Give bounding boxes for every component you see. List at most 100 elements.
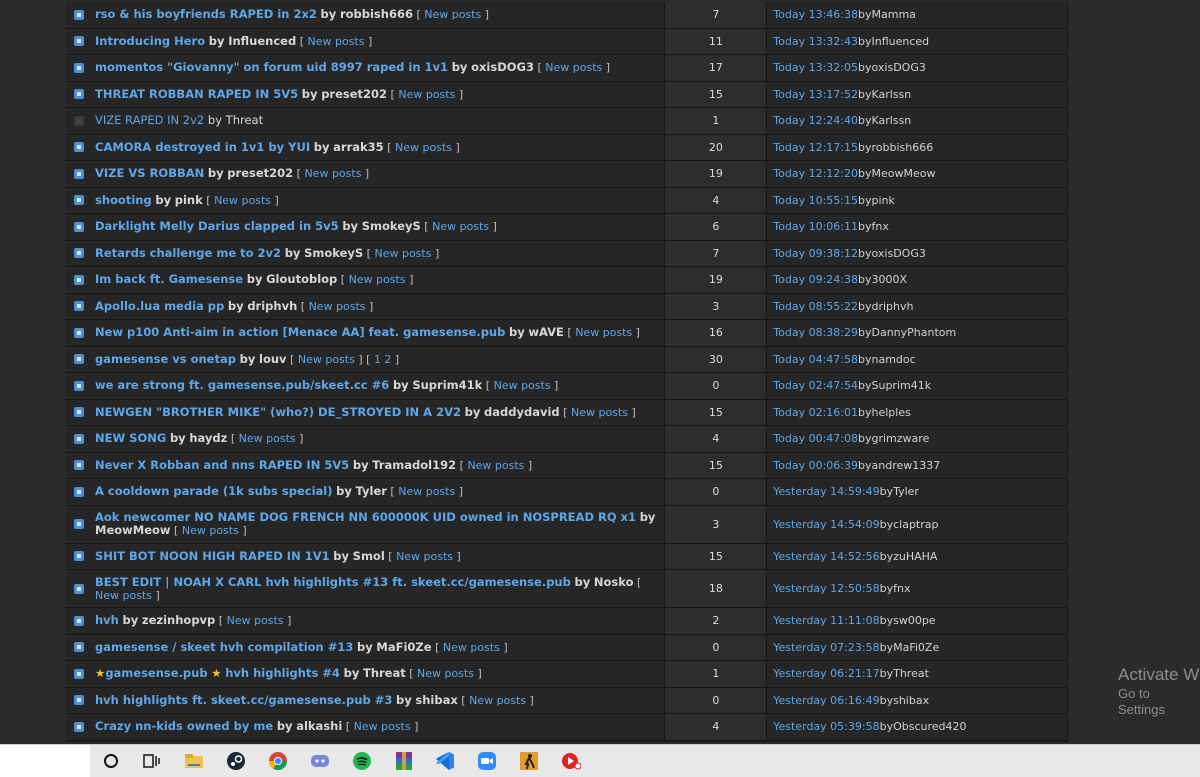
topic-unread-icon[interactable] [74, 433, 84, 444]
topic-title-link[interactable]: hvh [95, 613, 119, 627]
topic-unread-icon[interactable] [74, 551, 84, 562]
topic-author[interactable]: Threat [363, 666, 406, 680]
topic-unread-icon[interactable] [74, 354, 84, 365]
winrar-icon[interactable] [393, 751, 415, 771]
new-posts-link[interactable]: New posts [395, 141, 452, 154]
topic-unread-icon[interactable] [74, 721, 84, 732]
new-posts-link[interactable]: New posts [308, 35, 365, 48]
new-posts-link[interactable]: New posts [374, 247, 431, 260]
topic-title-link[interactable]: A cooldown parade (1k subs special) [95, 484, 333, 498]
last-post-time-link[interactable]: Yesterday 11:11:08 [773, 614, 879, 627]
new-posts-link[interactable]: New posts [309, 300, 366, 313]
file-explorer-icon[interactable] [183, 751, 205, 771]
topic-unread-icon[interactable] [74, 519, 84, 529]
topic-author[interactable]: Tyler [356, 484, 387, 498]
new-posts-link[interactable]: New posts [182, 524, 239, 537]
topic-author[interactable]: daddydavid [484, 405, 560, 419]
chrome-icon[interactable] [267, 751, 289, 771]
new-posts-link[interactable]: New posts [571, 406, 628, 419]
last-post-time-link[interactable]: Yesterday 06:16:49 [773, 694, 879, 707]
topic-unread-icon[interactable] [74, 380, 84, 391]
new-posts-link[interactable]: New posts [354, 720, 411, 733]
topic-title-link[interactable]: gamesense.pub [105, 666, 207, 680]
topic-title-link[interactable]: NEWGEN "BROTHER MIKE" (who?) DE_STROYED … [95, 405, 461, 419]
topic-title-link[interactable]: gamesense vs onetap [95, 352, 236, 366]
topic-author[interactable]: wAVE [528, 325, 564, 339]
topic-title-link[interactable]: Darklight Melly Darius clapped in 5v5 [95, 219, 339, 233]
topic-unread-icon[interactable] [74, 460, 84, 471]
spotify-icon[interactable] [351, 751, 373, 771]
topic-author[interactable]: preset202 [227, 166, 293, 180]
zoom-icon[interactable] [476, 751, 498, 771]
last-post-time-link[interactable]: Today 00:06:39 [773, 459, 858, 472]
topic-title-link[interactable]: BEST EDIT | NOAH X CARL hvh highlights #… [95, 575, 571, 589]
last-post-time-link[interactable]: Yesterday 14:59:49 [773, 485, 879, 498]
new-posts-link[interactable]: New posts [396, 550, 453, 563]
last-post-time-link[interactable]: Today 02:47:54 [773, 379, 858, 392]
new-posts-link[interactable]: New posts [469, 694, 526, 707]
topic-author[interactable]: SmokeyS [362, 219, 421, 233]
topic-title-link[interactable]: Crazy nn-kids owned by me [95, 719, 273, 733]
topic-title-link[interactable]: New p100 Anti-aim in action [Menace AA] … [95, 325, 505, 339]
topic-author[interactable]: arrak35 [333, 140, 384, 154]
topic-title-link[interactable]: hvh highlights ft. skeet.cc/gamesense.pu… [95, 693, 392, 707]
topic-author[interactable]: driphvh [247, 299, 297, 313]
topic-author[interactable]: zezinhopvp [142, 613, 215, 627]
topic-unread-icon[interactable] [74, 142, 84, 153]
topic-unread-icon[interactable] [74, 248, 84, 259]
new-posts-link[interactable]: New posts [95, 589, 152, 602]
topic-unread-icon[interactable] [74, 9, 84, 20]
taskbar-search-box[interactable] [0, 745, 90, 777]
topic-author[interactable]: louv [259, 352, 287, 366]
topic-author[interactable]: robbish666 [340, 7, 413, 21]
topic-title-link[interactable]: Im back ft. Gamesense [95, 272, 243, 286]
last-post-time-link[interactable]: Today 13:32:05 [773, 61, 858, 74]
topic-unread-icon[interactable] [74, 89, 84, 100]
topic-title-link[interactable]: Aok newcomer NO NAME DOG FRENCH NN 60000… [95, 510, 636, 524]
last-post-time-link[interactable]: Today 10:06:11 [773, 220, 858, 233]
new-posts-link[interactable]: New posts [494, 379, 551, 392]
last-post-time-link[interactable]: Today 13:17:52 [773, 88, 858, 101]
topic-title-link[interactable]: gamesense / skeet hvh compilation #13 [95, 640, 353, 654]
topic-title-link[interactable]: momentos "Giovanny" on forum uid 8997 ra… [95, 60, 448, 74]
last-post-time-link[interactable]: Today 02:16:01 [773, 406, 858, 419]
new-posts-link[interactable]: New posts [443, 641, 500, 654]
new-posts-link[interactable]: New posts [298, 353, 355, 366]
last-post-time-link[interactable]: Today 12:12:20 [773, 167, 858, 180]
csgo-icon[interactable] [518, 751, 540, 771]
topic-unread-icon[interactable] [74, 195, 84, 206]
topic-title-link[interactable]: Never X Robban and nns RAPED IN 5V5 [95, 458, 349, 472]
topic-title-link[interactable]: VIZE VS ROBBAN [95, 166, 204, 180]
last-post-time-link[interactable]: Today 12:17:15 [773, 141, 858, 154]
last-post-time-link[interactable]: Yesterday 06:21:17 [773, 667, 879, 680]
topic-title-link[interactable]: CAMORA destroyed in 1v1 by YUI [95, 140, 310, 154]
last-post-time-link[interactable]: Today 12:24:40 [773, 114, 858, 127]
new-posts-link[interactable]: New posts [575, 326, 632, 339]
new-posts-link[interactable]: New posts [467, 459, 524, 472]
topic-title-link[interactable]: Apollo.lua media pp [95, 299, 224, 313]
new-posts-link[interactable]: New posts [424, 8, 481, 21]
topic-author[interactable]: shibax [415, 693, 457, 707]
last-post-time-link[interactable]: Today 08:55:22 [773, 300, 858, 313]
topic-author[interactable]: Influenced [228, 34, 296, 48]
topic-title-link[interactable]: NEW SONG [95, 431, 166, 445]
topic-unread-icon[interactable] [74, 221, 84, 232]
topic-author[interactable]: oxisDOG3 [471, 60, 534, 74]
topic-unread-icon[interactable] [74, 327, 84, 338]
cortana-circle-icon[interactable] [100, 751, 122, 771]
media-player-icon[interactable] [560, 751, 582, 771]
last-post-time-link[interactable]: Today 08:38:29 [773, 326, 858, 339]
last-post-time-link[interactable]: Today 13:46:38 [773, 8, 858, 21]
last-post-time-link[interactable]: Today 09:24:38 [773, 273, 858, 286]
last-post-time-link[interactable]: Today 00:47:08 [773, 432, 858, 445]
topic-author[interactable]: Suprim41k [412, 378, 482, 392]
new-posts-link[interactable]: New posts [227, 614, 284, 627]
topic-author[interactable]: alkashi [296, 719, 342, 733]
new-posts-link[interactable]: New posts [398, 88, 455, 101]
new-posts-link[interactable]: New posts [398, 485, 455, 498]
topic-title-suffix-link[interactable]: hvh highlights #4 [225, 666, 340, 680]
topic-author[interactable]: Tramadol192 [372, 458, 456, 472]
topic-title-link[interactable]: rso & his boyfriends RAPED in 2x2 [95, 7, 317, 21]
last-post-time-link[interactable]: Today 04:47:58 [773, 353, 858, 366]
topic-unread-icon[interactable] [74, 407, 84, 418]
